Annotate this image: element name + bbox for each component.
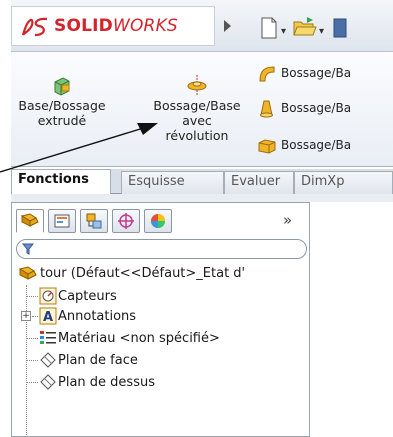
svg-text:A: A bbox=[43, 310, 53, 325]
solidworks-logo-button[interactable]: SOLIDWORKS bbox=[11, 6, 215, 46]
extrude-boss-label-2: extrudé bbox=[37, 113, 87, 128]
tree-filter-input[interactable] bbox=[16, 239, 307, 259]
expand-annotations-icon[interactable]: + bbox=[21, 311, 31, 321]
feature-manager-icon bbox=[20, 213, 39, 227]
sweep-boss-label: Bossage/Ba bbox=[281, 66, 352, 80]
tree-item-label: Annotations bbox=[58, 309, 137, 324]
property-manager-icon bbox=[54, 214, 70, 228]
revolve-boss-label-1: Bossage/Base bbox=[153, 98, 241, 113]
property-manager-tab[interactable] bbox=[48, 209, 76, 233]
command-manager-ribbon: Base/Bossage extrudé Bossage/Base avec r… bbox=[11, 52, 393, 167]
new-dropdown-icon[interactable]: ▾ bbox=[281, 26, 286, 37]
revolve-boss-icon bbox=[187, 75, 207, 95]
display-manager-tab[interactable] bbox=[144, 209, 172, 233]
tab-fonctions[interactable]: Fonctions bbox=[11, 169, 111, 194]
dimxpert-manager-icon bbox=[118, 213, 134, 229]
more-tabs-button[interactable]: » bbox=[283, 211, 292, 229]
loft-boss-icon bbox=[260, 100, 273, 118]
material-icon bbox=[40, 331, 56, 344]
feature-manager-tab[interactable] bbox=[16, 209, 44, 233]
boundary-boss-label: Bossage/Ba bbox=[281, 138, 352, 152]
tree-item-label: Matériau <non spécifié> bbox=[58, 331, 220, 346]
command-manager-tabs: Fonctions Esquisse Evaluer DimXp bbox=[11, 169, 393, 194]
display-manager-icon bbox=[151, 214, 165, 228]
title-bar: SOLIDWORKS ▾ ▾ bbox=[11, 0, 393, 52]
graphics-area[interactable] bbox=[310, 202, 393, 437]
plane-icon bbox=[40, 352, 56, 368]
extrude-boss-button[interactable]: Base/Bossage extrudé bbox=[17, 74, 107, 128]
tree-item-label: Capteurs bbox=[58, 289, 117, 304]
panel-separator bbox=[11, 194, 393, 202]
tree-root-label: tour (Défaut<<Défaut>_Etat d' bbox=[40, 266, 246, 281]
tree-item-label: Plan de dessus bbox=[58, 375, 155, 390]
configuration-manager-icon bbox=[86, 213, 102, 229]
revolve-boss-button[interactable]: Bossage/Base avec révolution bbox=[147, 74, 247, 143]
extrude-boss-icon bbox=[54, 77, 70, 96]
extrude-boss-label-1: Base/Bossage bbox=[18, 98, 106, 113]
menu-expand-arrow-icon[interactable] bbox=[224, 20, 231, 32]
plane-icon bbox=[40, 374, 56, 390]
app-logo-text: SOLIDWORKS bbox=[54, 16, 178, 36]
dimxpert-manager-tab[interactable] bbox=[112, 209, 140, 233]
configuration-manager-tab[interactable] bbox=[80, 209, 108, 233]
feature-manager-panel: » tour (Défaut<<Défaut>_Etat d' Capteurs… bbox=[11, 202, 310, 437]
sweep-boss-icon bbox=[259, 66, 275, 82]
annotations-icon: A bbox=[39, 307, 57, 325]
tab-esquisse[interactable]: Esquisse bbox=[121, 171, 224, 194]
boundary-boss-icon bbox=[258, 139, 276, 154]
ds-logo-icon bbox=[21, 17, 48, 37]
open-folder-icon[interactable] bbox=[293, 15, 317, 39]
open-dropdown-icon[interactable]: ▾ bbox=[319, 26, 324, 37]
loft-boss-label: Bossage/Ba bbox=[281, 101, 352, 115]
revolve-boss-label-3: révolution bbox=[165, 128, 229, 143]
filter-icon bbox=[22, 243, 34, 255]
sensors-icon bbox=[39, 287, 57, 305]
save-icon[interactable] bbox=[333, 16, 347, 40]
new-document-icon[interactable] bbox=[260, 16, 278, 40]
tab-dimxpert[interactable]: DimXp bbox=[294, 171, 393, 194]
part-icon bbox=[18, 266, 37, 280]
tab-evaluer[interactable]: Evaluer bbox=[224, 171, 294, 194]
tree-item-label: Plan de face bbox=[58, 353, 138, 368]
revolve-boss-label-2: avec bbox=[182, 113, 212, 128]
